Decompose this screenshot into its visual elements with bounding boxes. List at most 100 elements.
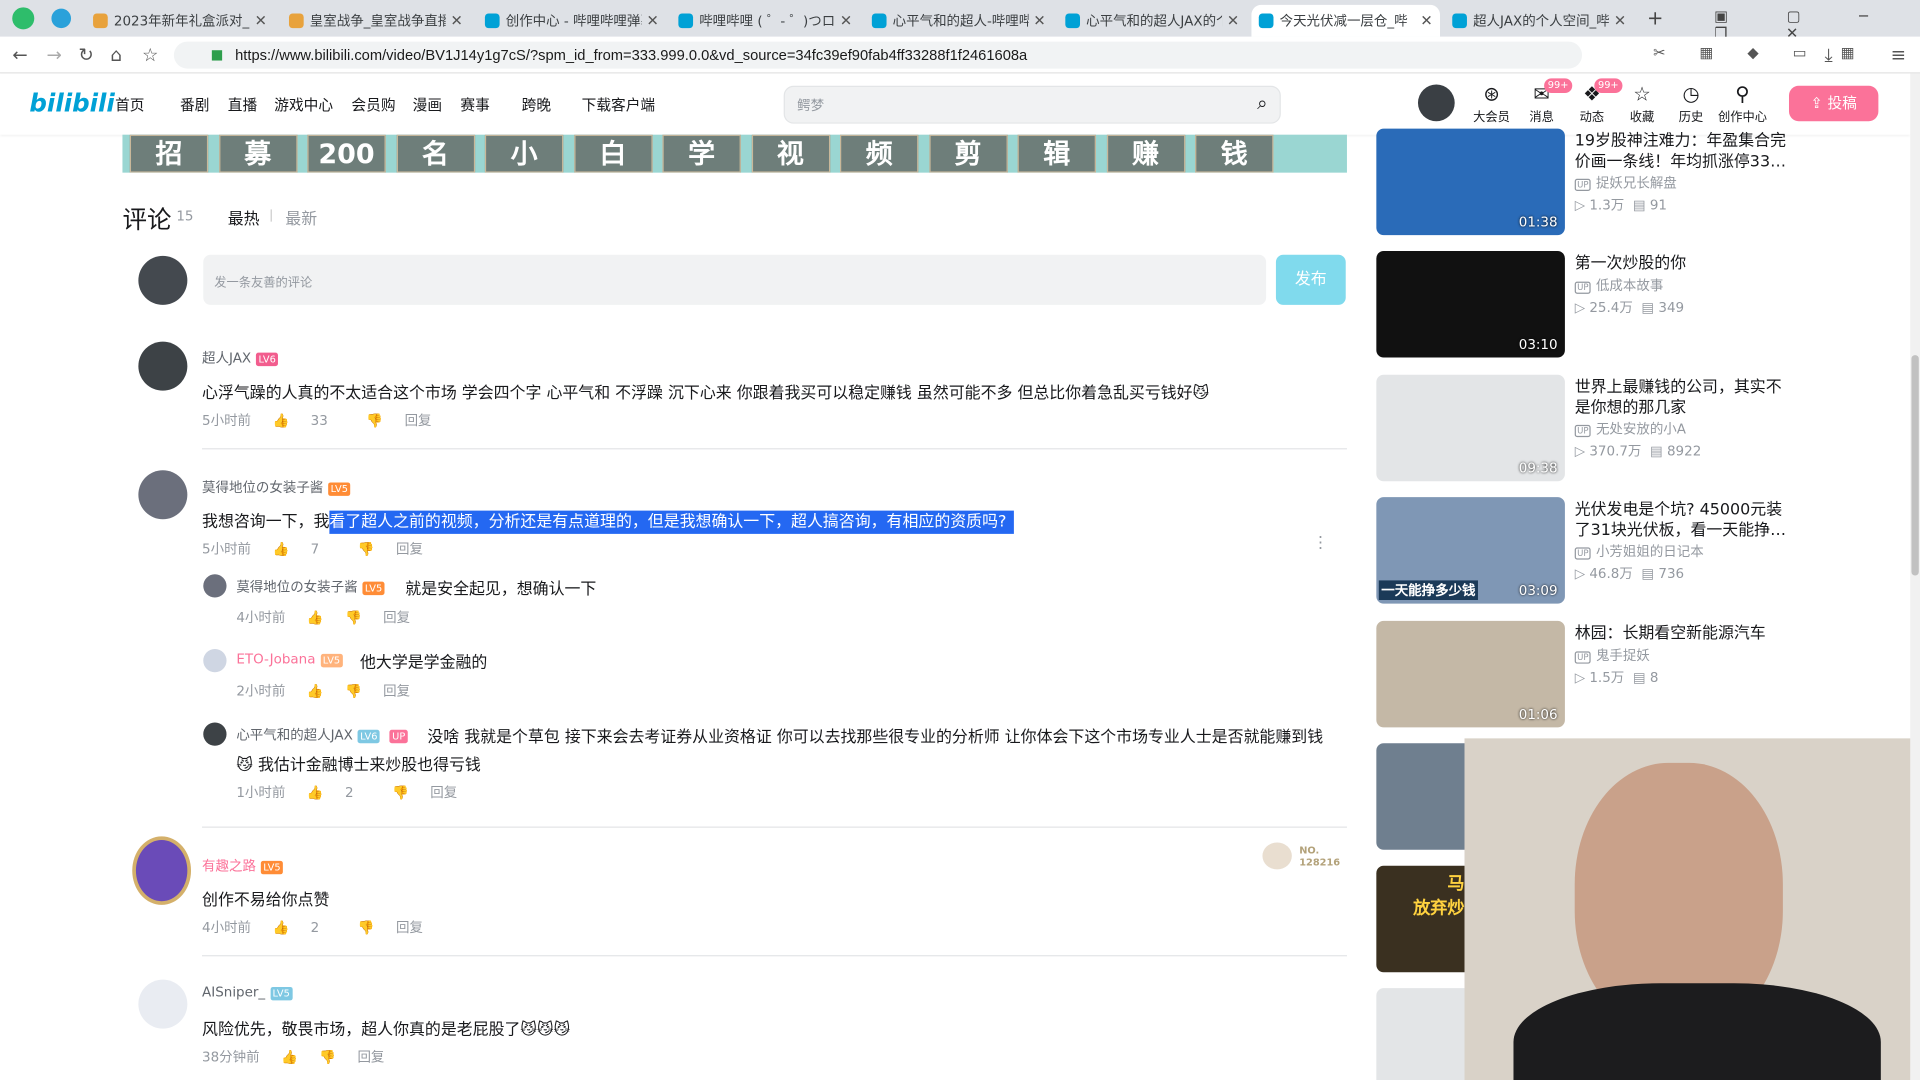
video-title[interactable]: 林园：长期看空新能源汽车	[1575, 623, 1791, 644]
browser-tab[interactable]: 心平气和的超人-哔哩哔哩✕	[864, 5, 1053, 37]
header-message-button[interactable]: ✉ 消息 99+	[1517, 78, 1573, 125]
download-icon[interactable]: ⤓	[1825, 44, 1833, 66]
dislike-button[interactable]: 👎	[358, 920, 375, 936]
like-button[interactable]: 👍 2	[307, 785, 371, 801]
promo-banner[interactable]: 招募 200 名小白学视频剪辑赚钱	[122, 134, 1347, 173]
reply-button[interactable]: 回复	[396, 541, 423, 557]
new-tab-button[interactable]: +	[1647, 6, 1663, 29]
video-uploader[interactable]: UP 小芳姐姐的日记本	[1574, 541, 1704, 561]
nav-item[interactable]: 漫画	[413, 94, 442, 115]
comment-username[interactable]: 莫得地位の女装子酱 LV5	[202, 478, 351, 498]
header-bulb-button[interactable]: ⚲ 创作中心	[1718, 83, 1767, 125]
reply-username[interactable]: 心平气和的超人JAX LV6 UP	[236, 725, 408, 745]
nav-item[interactable]: 会员购	[351, 94, 395, 115]
reply-button[interactable]: 回复	[405, 413, 432, 429]
like-button[interactable]: 👍	[307, 610, 324, 626]
video-thumbnail[interactable]: 03:09 一天能挣多少钱	[1376, 497, 1565, 604]
reply-button[interactable]: 回复	[357, 1049, 384, 1065]
user-avatar[interactable]	[1417, 84, 1455, 122]
reply-button[interactable]: 回复	[396, 920, 423, 936]
tab-close-icon[interactable]: ✕	[255, 12, 267, 29]
video-uploader[interactable]: UP 低成本故事	[1574, 276, 1663, 296]
scrollbar-thumb[interactable]	[1911, 355, 1919, 576]
nav-item[interactable]: 番剧	[180, 94, 209, 115]
reload-icon[interactable]: ↻	[78, 44, 93, 66]
header-vip-button[interactable]: ⊛ 大会员	[1467, 83, 1516, 125]
comment-username[interactable]: AISniper_ LV5	[202, 984, 293, 1000]
video-uploader[interactable]: UP 鬼手捉妖	[1574, 645, 1650, 665]
nav-item[interactable]: 首页	[115, 94, 144, 115]
home-icon[interactable]: ⌂	[110, 44, 122, 66]
send-button[interactable]: 发布	[1275, 254, 1346, 305]
browser-tab[interactable]: 今天光伏减一层仓_哔 ✕	[1251, 4, 1441, 37]
header-star-button[interactable]: ☆ 收藏	[1618, 83, 1667, 125]
video-thumbnail[interactable]: 01:06	[1376, 620, 1565, 728]
avatar[interactable]	[138, 470, 188, 520]
nav-item[interactable]: 直播	[228, 94, 257, 115]
sort-hot-tab[interactable]: 最热	[228, 206, 260, 229]
forward-icon[interactable]: →	[47, 44, 62, 66]
reply-button[interactable]: 回复	[383, 610, 410, 626]
video-title[interactable]: 世界上最赚钱的公司，其实不是你想的那几家	[1575, 377, 1791, 419]
tab-close-icon[interactable]: ✕	[646, 12, 658, 29]
nav-item[interactable]: 游戏中心	[274, 94, 333, 115]
reply-avatar[interactable]	[203, 574, 227, 598]
reply-avatar[interactable]	[203, 722, 227, 746]
video-title[interactable]: 光伏发电是个坑? 45000元装了31块光伏板，看一天能挣…	[1575, 500, 1791, 542]
like-button[interactable]: 👍	[281, 1049, 298, 1065]
reply-username[interactable]: 莫得地位の女装子酱 LV5	[236, 577, 385, 597]
extensions-icon[interactable]: ✂ ▦ ◆ ▭ ▦	[1653, 44, 1869, 61]
bookmark-icon[interactable]: ☆	[142, 44, 158, 66]
dislike-button[interactable]: 👎	[366, 413, 383, 429]
like-button[interactable]: 👍	[307, 683, 324, 699]
menu-icon[interactable]: ≡	[1891, 44, 1906, 66]
sort-new-tab[interactable]: 最新	[285, 206, 317, 229]
header-history-button[interactable]: ◷ 历史	[1667, 83, 1716, 125]
video-uploader[interactable]: UP 无处安放的小A	[1574, 419, 1686, 439]
dislike-button[interactable]: 👎	[319, 1049, 336, 1065]
browser-tab[interactable]: 超人JAX的个人空间_哔哩 ✕	[1445, 5, 1634, 37]
tab-close-icon[interactable]: ✕	[840, 12, 852, 29]
reply-button[interactable]: 回复	[430, 785, 457, 801]
tab-close-icon[interactable]: ✕	[451, 12, 463, 29]
dislike-button[interactable]: 👎	[345, 610, 362, 626]
video-thumbnail[interactable]: 09:38	[1376, 374, 1565, 482]
nav-item[interactable]: 赛事	[460, 94, 489, 115]
reply-username[interactable]: ETO-Jobana LV5	[236, 651, 343, 667]
video-thumbnail[interactable]: 01:38	[1376, 128, 1565, 236]
nav-item[interactable]: 跨晚	[522, 94, 551, 115]
more-options-icon[interactable]: ⋮	[1313, 534, 1329, 552]
upload-button[interactable]: ⇪ 投稿	[1788, 85, 1879, 122]
reply-avatar[interactable]	[203, 648, 227, 673]
nav-item[interactable]: 下载客户端	[582, 94, 655, 115]
tab-close-icon[interactable]: ✕	[1420, 12, 1432, 29]
browser-logo-icon[interactable]	[12, 7, 35, 30]
comment-username[interactable]: 有趣之路 LV5	[202, 856, 284, 876]
dislike-button[interactable]: 👎	[358, 541, 375, 557]
avatar[interactable]	[138, 979, 188, 1029]
dislike-button[interactable]: 👎	[345, 683, 362, 699]
header-dynamic-button[interactable]: ❖ 动态 99+	[1567, 78, 1623, 125]
telegram-icon[interactable]	[51, 8, 72, 29]
search-icon[interactable]: ⌕	[1257, 92, 1267, 114]
search-input[interactable]: 鳄梦 ⌕	[783, 85, 1281, 124]
browser-tab[interactable]: 创作中心 - 哔哩哔哩弹幕 ✕	[478, 5, 667, 37]
tab-close-icon[interactable]: ✕	[1614, 12, 1626, 29]
tab-close-icon[interactable]: ✕	[1227, 12, 1239, 29]
browser-tab[interactable]: 皇室战争_皇室战争直播_ ✕	[282, 5, 471, 37]
dislike-button[interactable]: 👎	[392, 785, 409, 801]
like-button[interactable]: 👍 33	[272, 413, 344, 429]
url-field[interactable]: https://www.bilibili.com/video/BV1J14y1g…	[173, 41, 1583, 69]
tab-close-icon[interactable]: ✕	[1033, 12, 1045, 29]
browser-tab[interactable]: 心平气和的超人JAX的个 ✕	[1058, 5, 1247, 37]
video-thumbnail[interactable]: 03:10	[1376, 251, 1565, 358]
page-scrollbar[interactable]	[1910, 73, 1920, 1080]
avatar[interactable]	[132, 836, 192, 905]
reply-button[interactable]: 回复	[383, 683, 410, 699]
like-button[interactable]: 👍 7	[272, 541, 336, 557]
browser-tab[interactable]: 哔哩哔哩 ( ゜- ゜)つロ 干✕	[671, 5, 860, 37]
back-icon[interactable]: ←	[12, 44, 27, 66]
bilibili-logo[interactable]: bilibili	[29, 88, 114, 117]
comment-input[interactable]: 发一条友善的评论	[203, 254, 1267, 305]
video-title[interactable]: 第一次炒股的你	[1575, 253, 1791, 274]
